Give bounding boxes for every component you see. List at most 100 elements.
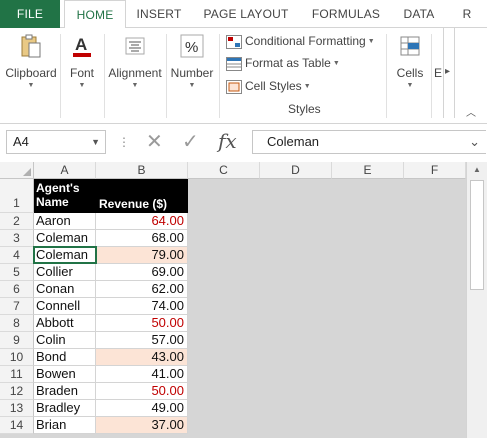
editing-icon bbox=[433, 30, 443, 62]
enter-check-icon[interactable]: ✓ bbox=[182, 132, 199, 152]
editing-label: E bbox=[433, 66, 442, 80]
cancel-icon[interactable]: ✕ bbox=[146, 132, 163, 152]
cell-agent-name[interactable]: Abbott bbox=[34, 315, 96, 332]
font-button[interactable]: A Font ▼ bbox=[64, 30, 100, 89]
ribbon: Clipboard ▼ A Font ▼ Alignment ▼ % Numbe… bbox=[0, 28, 487, 124]
cell-revenue[interactable]: 69.00 bbox=[96, 264, 188, 281]
tab-insert[interactable]: INSERT bbox=[128, 0, 190, 28]
more-options-icon[interactable]: ⋮ bbox=[118, 134, 130, 150]
row-header-1[interactable]: 1 bbox=[0, 179, 34, 213]
cell-agent-name[interactable]: Colin bbox=[34, 332, 96, 349]
cell-agent-name[interactable]: Bradley bbox=[34, 400, 96, 417]
formula-input[interactable]: Coleman ⌄ bbox=[252, 130, 486, 154]
cell-revenue[interactable]: 74.00 bbox=[96, 298, 188, 315]
cell-revenue[interactable]: 64.00 bbox=[96, 213, 188, 230]
alignment-button[interactable]: Alignment ▼ bbox=[106, 30, 164, 89]
row-header-13[interactable]: 13 bbox=[0, 400, 34, 417]
worksheet-grid[interactable]: A B C D E F 1 Agent's Name Revenue ($) 2… bbox=[0, 162, 466, 438]
row-header-4[interactable]: 4 bbox=[0, 247, 34, 264]
ribbon-scroll[interactable]: ▸ bbox=[443, 28, 455, 118]
name-box-value: A4 bbox=[13, 134, 29, 149]
cells-label: Cells bbox=[396, 66, 424, 80]
separator bbox=[219, 34, 220, 118]
editing-button[interactable]: E bbox=[433, 30, 443, 80]
format-as-table-button[interactable]: Format as Table ▼ bbox=[226, 53, 340, 73]
row-header-2[interactable]: 2 bbox=[0, 213, 34, 230]
tab-data[interactable]: DATA bbox=[393, 0, 445, 28]
column-header-a[interactable]: A bbox=[34, 162, 96, 179]
scroll-up-icon[interactable]: ▲ bbox=[467, 162, 487, 178]
cell-revenue[interactable]: 37.00 bbox=[96, 417, 188, 434]
cell-agent-name[interactable]: Bond bbox=[34, 349, 96, 366]
tab-review[interactable]: R bbox=[452, 0, 482, 28]
cell-agent-name[interactable]: Conan bbox=[34, 281, 96, 298]
cell-revenue[interactable]: 79.00 bbox=[96, 247, 188, 264]
chevron-down-icon[interactable]: ▼ bbox=[91, 131, 100, 153]
column-header-b[interactable]: B bbox=[96, 162, 188, 179]
row-header-10[interactable]: 10 bbox=[0, 349, 34, 366]
tab-page-layout[interactable]: PAGE LAYOUT bbox=[196, 0, 296, 28]
vertical-scrollbar[interactable]: ▲ bbox=[466, 162, 487, 438]
clipboard-icon bbox=[15, 30, 47, 62]
font-label: Font bbox=[69, 66, 94, 80]
cell-revenue[interactable]: 57.00 bbox=[96, 332, 188, 349]
column-header-f[interactable]: F bbox=[404, 162, 466, 179]
column-header-c[interactable]: C bbox=[188, 162, 260, 179]
clipboard-button[interactable]: Clipboard ▼ bbox=[4, 30, 58, 89]
number-button[interactable]: % Number ▼ bbox=[168, 30, 216, 89]
cell-revenue[interactable]: 50.00 bbox=[96, 383, 188, 400]
cell-revenue[interactable]: 41.00 bbox=[96, 366, 188, 383]
cells-button[interactable]: Cells ▼ bbox=[390, 30, 430, 89]
styles-group-label: Styles bbox=[288, 102, 321, 116]
name-box[interactable]: A4 ▼ bbox=[6, 130, 106, 154]
row-header-9[interactable]: 9 bbox=[0, 332, 34, 349]
clipboard-label: Clipboard bbox=[5, 66, 57, 80]
row-header-3[interactable]: 3 bbox=[0, 230, 34, 247]
row-header-8[interactable]: 8 bbox=[0, 315, 34, 332]
tab-file[interactable]: FILE bbox=[0, 0, 60, 28]
row-header-14[interactable]: 14 bbox=[0, 417, 34, 434]
row-header-5[interactable]: 5 bbox=[0, 264, 34, 281]
chevron-down-icon[interactable]: ⌄ bbox=[469, 131, 480, 153]
cell-agent-name[interactable]: Braden bbox=[34, 383, 96, 400]
scroll-thumb[interactable] bbox=[470, 180, 484, 290]
cell-revenue[interactable]: 68.00 bbox=[96, 230, 188, 247]
cell-agent-name[interactable]: Coleman bbox=[34, 247, 96, 264]
collapse-ribbon-icon[interactable]: ︿ bbox=[466, 104, 476, 119]
cell-styles-button[interactable]: Cell Styles ▼ bbox=[226, 76, 311, 96]
column-header-d[interactable]: D bbox=[260, 162, 332, 179]
header-cell-agent-name[interactable]: Agent's Name bbox=[34, 179, 96, 213]
row-header-12[interactable]: 12 bbox=[0, 383, 34, 400]
cell-revenue[interactable]: 50.00 bbox=[96, 315, 188, 332]
separator bbox=[166, 34, 167, 118]
row-header-6[interactable]: 6 bbox=[0, 281, 34, 298]
conditional-formatting-button[interactable]: Conditional Formatting ▼ bbox=[226, 31, 375, 51]
chevron-down-icon: ▼ bbox=[406, 82, 414, 89]
row-header-11[interactable]: 11 bbox=[0, 366, 34, 383]
separator bbox=[386, 34, 387, 118]
cell-agent-name[interactable]: Bowen bbox=[34, 366, 96, 383]
conditional-formatting-label: Conditional Formatting bbox=[245, 34, 366, 48]
insert-function-icon[interactable]: fx bbox=[218, 129, 237, 153]
format-as-table-label: Format as Table bbox=[245, 56, 331, 70]
chevron-right-icon: ▸ bbox=[445, 66, 451, 77]
cell-revenue[interactable]: 62.00 bbox=[96, 281, 188, 298]
cell-revenue[interactable]: 49.00 bbox=[96, 400, 188, 417]
tab-home[interactable]: HOME bbox=[64, 0, 126, 29]
select-all-button[interactable] bbox=[0, 162, 34, 179]
tab-formulas[interactable]: FORMULAS bbox=[303, 0, 389, 28]
column-header-e[interactable]: E bbox=[332, 162, 404, 179]
cell-agent-name[interactable]: Brian bbox=[34, 417, 96, 434]
cell-agent-name[interactable]: Collier bbox=[34, 264, 96, 281]
svg-text:%: % bbox=[185, 39, 198, 56]
chevron-down-icon: ▼ bbox=[332, 59, 340, 67]
row-header-7[interactable]: 7 bbox=[0, 298, 34, 315]
cell-agent-name[interactable]: Coleman bbox=[34, 230, 96, 247]
header-cell-revenue[interactable]: Revenue ($) bbox=[96, 179, 188, 213]
cell-revenue[interactable]: 43.00 bbox=[96, 349, 188, 366]
cell-styles-icon bbox=[226, 79, 242, 94]
cell-agent-name[interactable]: Connell bbox=[34, 298, 96, 315]
chevron-down-icon: ▼ bbox=[188, 82, 196, 89]
cell-agent-name[interactable]: Aaron bbox=[34, 213, 96, 230]
alignment-label: Alignment bbox=[108, 66, 162, 80]
